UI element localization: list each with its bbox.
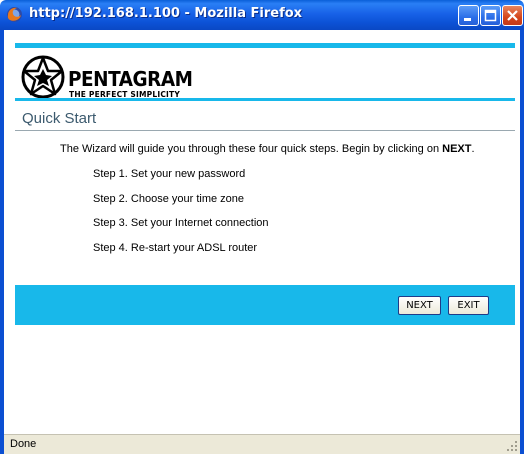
status-bar: Done [4, 434, 520, 454]
intro-keyword: NEXT [442, 143, 472, 155]
intro-prefix: The Wizard will guide you through these … [60, 143, 443, 155]
star-pentagon-icon [21, 55, 65, 99]
wizard-intro-text: The Wizard will guide you through these … [60, 143, 475, 155]
title-divider [15, 130, 515, 131]
page-content: PENTAGRAM THE PERFECT SIMPLICITY Quick S… [4, 30, 520, 434]
close-button[interactable] [502, 5, 523, 26]
brand-logo: PENTAGRAM THE PERFECT SIMPLICITY [20, 54, 193, 99]
steps-list: Step 1. Set your new password Step 2. Ch… [93, 168, 269, 266]
minimize-icon [464, 18, 471, 21]
minimize-button[interactable] [458, 5, 479, 26]
header-divider-bar [15, 98, 515, 101]
step-item: Step 4. Re-start your ADSL router [93, 241, 258, 254]
window-title: http://192.168.1.100 - Mozilla Firefox [29, 6, 303, 21]
step-item: Step 1. Set your new password [93, 168, 246, 180]
brand-name: PENTAGRAM [68, 67, 193, 91]
maximize-button[interactable] [480, 5, 501, 26]
status-text: Done [10, 438, 37, 450]
close-icon [507, 10, 518, 21]
resize-grip-icon[interactable] [506, 440, 518, 452]
action-bar: NEXT EXIT [15, 285, 515, 325]
window-frame-right [520, 30, 524, 454]
maximize-icon [484, 9, 497, 22]
step-item: Step 3. Set your Internet connection [93, 217, 269, 229]
window-titlebar[interactable]: http://192.168.1.100 - Mozilla Firefox [0, 0, 524, 30]
next-button[interactable]: NEXT [398, 296, 441, 315]
exit-button[interactable]: EXIT [448, 296, 489, 315]
firefox-icon [7, 7, 22, 22]
intro-suffix: . [471, 143, 475, 155]
page-title: Quick Start [22, 110, 97, 127]
step-item: Step 2. Choose your time zone [93, 192, 245, 205]
header-accent-bar [15, 43, 515, 48]
